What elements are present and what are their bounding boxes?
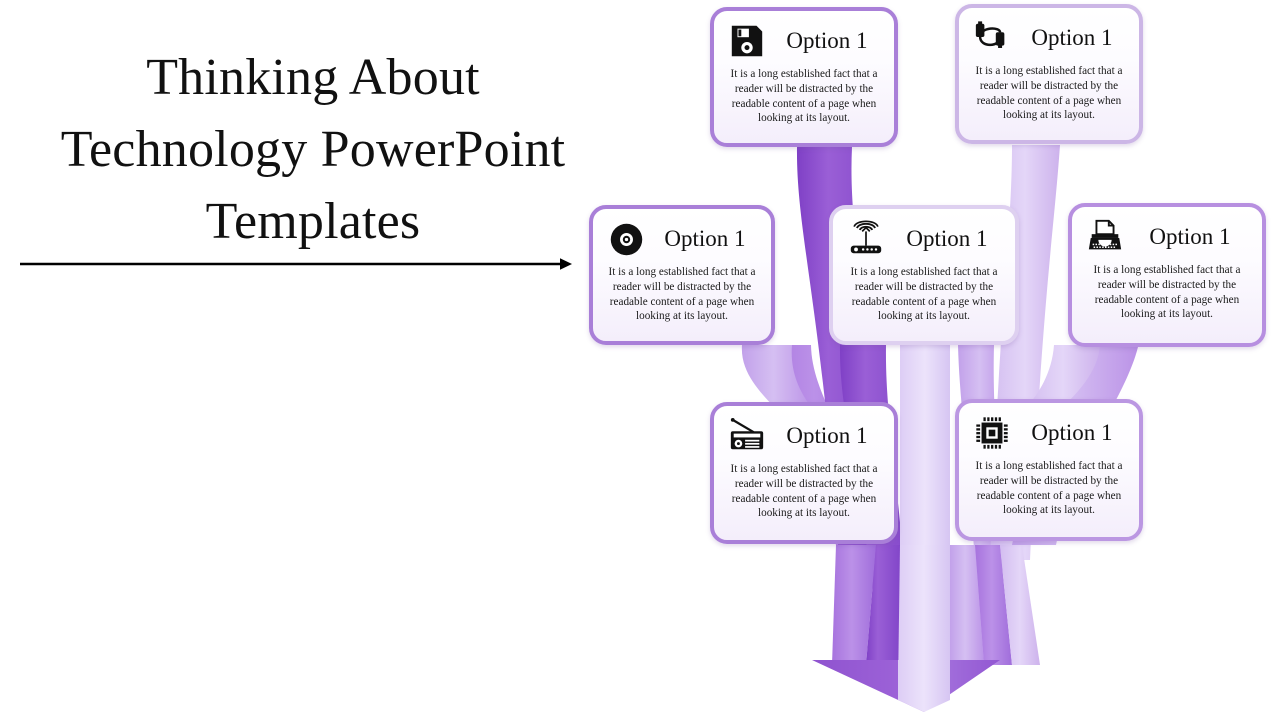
- option-card-save[interactable]: Option 1 It is a long established fact t…: [710, 7, 898, 147]
- option-card-router[interactable]: Option 1 It is a long established fact t…: [829, 205, 1019, 345]
- floppy-disk-icon: [726, 20, 768, 62]
- card-title: Option 1: [664, 226, 746, 251]
- card-header: Option 1: [833, 209, 1015, 262]
- card-title: Option 1: [1149, 224, 1231, 249]
- card-body-text: It is a long established fact that a rea…: [1093, 264, 1241, 321]
- option-card-disc[interactable]: Option 1 It is a long established fact t…: [589, 205, 775, 345]
- card-body-text: It is a long established fact that a rea…: [730, 463, 878, 520]
- compact-disc-icon: [605, 218, 647, 260]
- card-title: Option 1: [1031, 420, 1113, 445]
- cpu-chip-icon: [971, 412, 1013, 454]
- card-title: Option 1: [906, 226, 988, 251]
- card-title: Option 1: [786, 423, 868, 448]
- option-card-radio[interactable]: Option 1 It is a long established fact t…: [710, 402, 898, 544]
- title-block: Thinking About Technology PowerPoint Tem…: [18, 42, 608, 257]
- title-underline-arrow-icon: [20, 258, 572, 270]
- card-title: Option 1: [1031, 25, 1113, 50]
- arrow-head-down-icon: [812, 660, 1000, 712]
- wifi-router-icon: [845, 218, 887, 260]
- option-card-printer[interactable]: Option 1 It is a long established fact t…: [1068, 203, 1266, 347]
- card-title: Option 1: [786, 28, 868, 53]
- card-header: Option 1: [959, 8, 1139, 61]
- usb-cable-icon: [971, 17, 1013, 59]
- card-header: Option 1: [714, 406, 894, 459]
- typewriter-printer-icon: [1084, 216, 1126, 258]
- card-header: Option 1: [714, 11, 894, 64]
- ribbon-to-bottom-left: [741, 345, 812, 408]
- card-body-text: It is a long established fact that a rea…: [975, 460, 1123, 517]
- card-body-text: It is a long established fact that a rea…: [608, 266, 756, 323]
- page-title: Thinking About Technology PowerPoint Tem…: [60, 49, 566, 250]
- card-header: Option 1: [593, 209, 771, 262]
- card-body-text: It is a long established fact that a rea…: [975, 65, 1123, 122]
- ribbon-center-trunk: [900, 345, 950, 700]
- slide-canvas: Thinking About Technology PowerPoint Tem…: [0, 0, 1280, 720]
- option-card-chip[interactable]: Option 1 It is a long established fact t…: [955, 399, 1143, 541]
- option-card-usb[interactable]: Option 1 It is a long established fact t…: [955, 4, 1143, 144]
- card-body-text: It is a long established fact that a rea…: [850, 266, 998, 323]
- card-body-text: It is a long established fact that a rea…: [730, 68, 878, 125]
- ribbon-bundle-lower: [832, 545, 1040, 690]
- card-header: Option 1: [1072, 207, 1262, 260]
- radio-icon: [726, 415, 768, 457]
- card-header: Option 1: [959, 403, 1139, 456]
